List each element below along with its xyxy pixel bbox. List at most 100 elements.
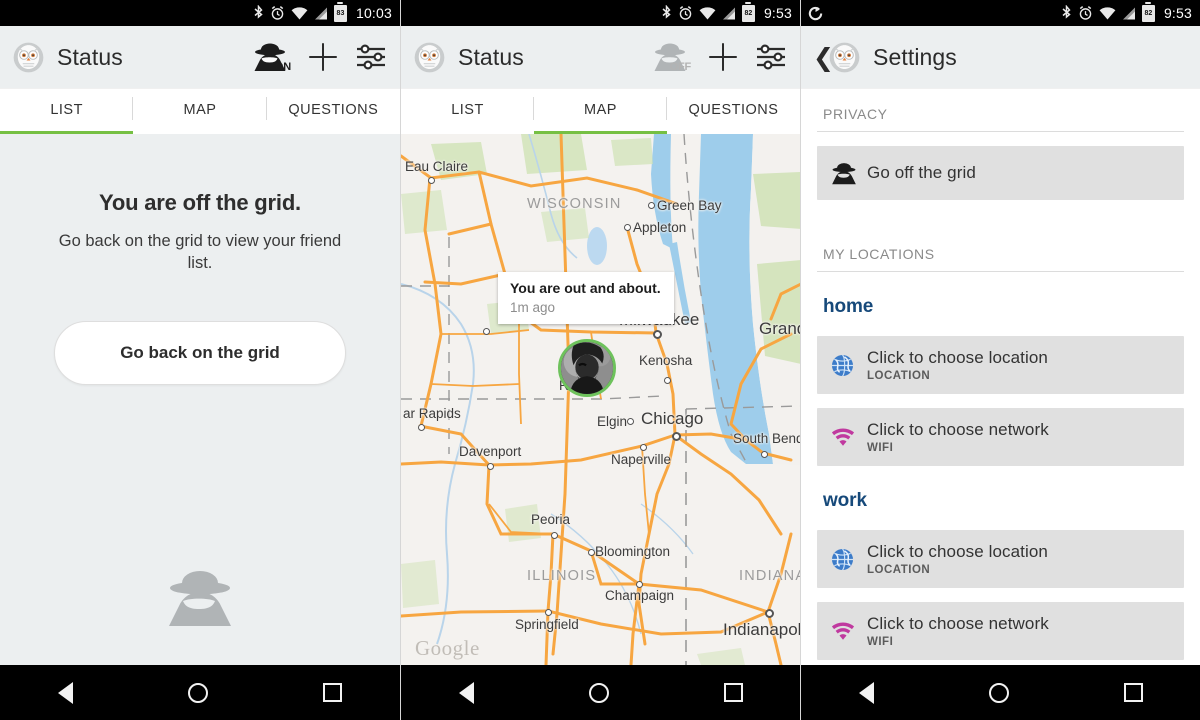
tab-bar: LIST MAP QUESTIONS [401, 88, 800, 134]
settings-row-home-wifi[interactable]: Click to choose network WIFI [817, 408, 1184, 466]
app-bar: Status ON [0, 26, 400, 88]
add-button[interactable] [308, 42, 338, 72]
map-view[interactable]: Eau Claire Green Bay Appleton Milwaukee … [401, 134, 800, 665]
alarm-icon [271, 6, 284, 20]
tab-list[interactable]: LIST [0, 88, 134, 134]
city-dot [636, 581, 643, 588]
spy-illustration-icon [169, 571, 231, 626]
user-avatar-marker[interactable] [558, 339, 616, 397]
panel-status-list: 83 10:03 Status ON LIST MAP QUESTIONS Yo… [0, 0, 400, 720]
app-bar-actions: ON [250, 37, 388, 77]
wifi-icon [831, 622, 867, 641]
status-bar-system-icons: 82 9:53 [1061, 4, 1192, 22]
map-label-city: Indianapolis [723, 620, 800, 639]
settings-row-title: Click to choose network [867, 614, 1049, 633]
settings-list[interactable]: PRIVACY Go off the grid MY LOCATIONS hom… [801, 88, 1200, 665]
battery-icon: 82 [1141, 4, 1155, 22]
spy-toggle-button[interactable]: ON [250, 37, 291, 77]
settings-row-subtitle: LOCATION [867, 564, 931, 576]
bluetooth-icon [1062, 5, 1071, 19]
map-label-city: ar Rapids [403, 406, 461, 421]
nav-recents-button[interactable] [1123, 683, 1143, 702]
nav-back-button[interactable] [858, 681, 874, 704]
signal-icon [1122, 7, 1135, 19]
tab-questions[interactable]: QUESTIONS [267, 88, 400, 134]
settings-row-work-wifi[interactable]: Click to choose network WIFI [817, 602, 1184, 660]
bluetooth-icon [254, 5, 263, 19]
status-callout[interactable]: You are out and about. 1m ago [498, 272, 674, 324]
city-dot [648, 202, 655, 209]
page-title: Settings [873, 43, 957, 70]
tab-bar: LIST MAP QUESTIONS [0, 88, 400, 134]
city-dot [765, 609, 774, 618]
tab-questions[interactable]: QUESTIONS [667, 88, 800, 134]
tab-map[interactable]: MAP [534, 88, 667, 134]
map-canvas [401, 134, 800, 665]
nav-back-button[interactable] [458, 681, 474, 704]
battery-level: 82 [744, 9, 753, 17]
section-header-privacy: PRIVACY [817, 88, 1184, 132]
status-bar: 83 10:03 [0, 0, 400, 26]
battery-level: 82 [1144, 9, 1153, 17]
android-nav-bar [401, 665, 800, 720]
nav-back-button[interactable] [57, 681, 73, 704]
map-label-city: Eau Claire [405, 159, 469, 174]
map-label-city: Chicago [641, 409, 704, 428]
city-dot [653, 330, 662, 339]
go-back-on-grid-button[interactable]: Go back on the grid [54, 320, 346, 385]
bluetooth-icon [662, 5, 671, 19]
tab-map[interactable]: MAP [133, 88, 267, 134]
location-group-label-home: home [823, 296, 874, 317]
map-label-city: Davenport [459, 444, 522, 459]
settings-row-title: Go off the grid [867, 163, 976, 182]
spy-state-label: OFF [669, 61, 692, 73]
back-chevron-icon[interactable]: ❮ [813, 45, 834, 70]
nav-home-button[interactable] [988, 682, 1009, 703]
nav-home-button[interactable] [588, 682, 609, 703]
map-label-state: ILLINOIS [527, 568, 597, 584]
alarm-icon [1079, 6, 1092, 20]
section-header-my-locations: MY LOCATIONS [817, 228, 1184, 272]
tab-list[interactable]: LIST [401, 88, 534, 134]
map-label-city: Grand [759, 319, 800, 338]
alarm-icon [679, 6, 692, 20]
empty-state-subtitle: Go back on the grid to view your friend … [58, 232, 342, 273]
city-dot [418, 424, 425, 431]
add-button[interactable] [708, 42, 738, 72]
map-label-city: Peoria [531, 512, 571, 527]
nav-recents-button[interactable] [323, 683, 343, 702]
battery-icon: 83 [333, 4, 347, 22]
nav-recents-button[interactable] [723, 683, 743, 702]
map-label-city: Elgin [597, 414, 628, 429]
settings-row-home-location[interactable]: Click to choose location LOCATION [817, 336, 1184, 394]
battery-icon: 82 [741, 4, 755, 22]
android-nav-bar [801, 665, 1200, 720]
settings-row-subtitle: WIFI [867, 636, 894, 648]
android-nav-bar [0, 665, 400, 720]
globe-icon [831, 548, 867, 571]
map-label-city: Bloomington [595, 544, 671, 559]
city-dot [551, 532, 558, 539]
status-bar: 82 9:53 [401, 0, 800, 26]
settings-row-go-off-the-grid[interactable]: Go off the grid [817, 146, 1184, 200]
settings-row-title: Click to choose location [867, 542, 1048, 561]
settings-row-title: Click to choose location [867, 348, 1048, 367]
spy-toggle-button[interactable]: OFF [650, 37, 692, 77]
status-bar-system-icons: 82 9:53 [661, 4, 792, 22]
filter-button[interactable] [756, 44, 786, 70]
status-bar-clock: 10:03 [355, 5, 392, 21]
app-bar: ❮ Settings [801, 26, 1200, 88]
owl-logo [414, 42, 445, 72]
city-dot [428, 177, 435, 184]
map-label-city: Green Bay [657, 198, 722, 213]
filter-button[interactable] [356, 44, 386, 70]
page-title: Status [458, 43, 524, 70]
settings-row-work-location[interactable]: Click to choose location LOCATION [817, 530, 1184, 588]
wifi-icon [699, 6, 716, 20]
nav-home-button[interactable] [187, 682, 208, 703]
map-attribution: Google [415, 636, 480, 660]
owl-logo [829, 42, 860, 72]
wifi-icon [831, 428, 867, 447]
map-label-state: WISCONSIN [527, 196, 622, 212]
city-dot [487, 463, 494, 470]
